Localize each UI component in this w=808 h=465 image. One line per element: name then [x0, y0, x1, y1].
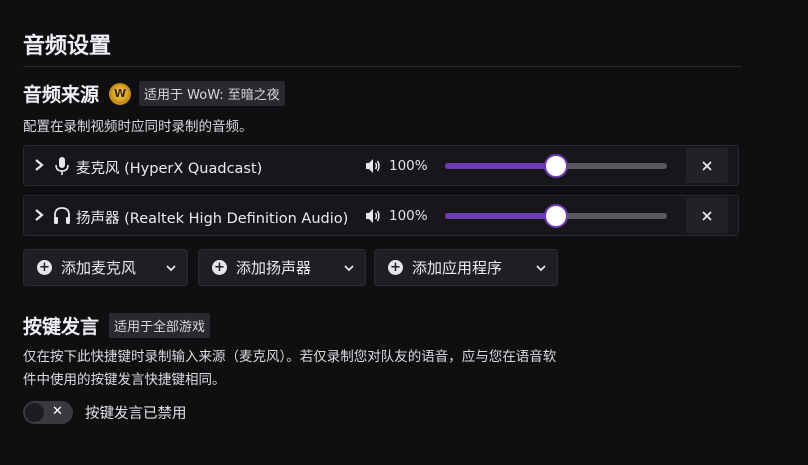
device-name: 麦克风 (HyperX Quadcast) [76, 161, 263, 177]
push-to-talk-toggle[interactable]: ✕ [23, 401, 73, 424]
plus-circle-icon: + [388, 260, 403, 275]
push-to-talk-header: 按键发言 适用于全部游戏 [23, 312, 211, 339]
add-button-label: 添加麦克风 [61, 259, 137, 277]
slider-fill [445, 213, 556, 219]
toggle-knob [25, 403, 44, 422]
slider-thumb[interactable] [544, 204, 568, 228]
audio-source-header: 音频来源 W 适用于 WoW: 至暗之夜 [23, 80, 285, 107]
audio-source-description: 配置在录制视频时应同时录制的音频。 [23, 119, 253, 135]
game-tag: 适用于 WoW: 至暗之夜 [139, 81, 285, 106]
chevron-down-icon [164, 260, 178, 274]
add-button-label: 添加扬声器 [236, 259, 312, 277]
expand-chevron-icon[interactable] [34, 158, 48, 174]
expand-chevron-icon[interactable] [34, 208, 48, 224]
close-icon: ✕ [52, 404, 63, 419]
volume-icon [364, 157, 382, 175]
plus-circle-icon: + [212, 260, 227, 275]
device-name: 扬声器 (Realtek High Definition Audio) [76, 211, 349, 227]
device-row-speaker: 扬声器 (Realtek High Definition Audio) 100% [23, 195, 739, 236]
add-button-label: 添加应用程序 [412, 259, 503, 277]
volume-percent: 100% [389, 158, 428, 174]
volume-slider[interactable] [445, 154, 667, 178]
audio-source-title: 音频来源 [23, 84, 100, 106]
remove-device-button[interactable] [686, 148, 728, 183]
push-to-talk-description-line1: 仅在按下此快捷键时录制输入来源（麦克风）。若仅录制您对队友的语音，应与您在语音软 [23, 349, 557, 365]
chevron-down-icon [534, 260, 548, 274]
wow-logo-icon: W [109, 82, 132, 105]
add-speaker-button[interactable]: + 添加扬声器 [198, 249, 366, 286]
slider-fill [445, 163, 556, 169]
add-application-button[interactable]: + 添加应用程序 [374, 249, 558, 286]
page-title: 音频设置 [23, 34, 112, 59]
close-icon [702, 160, 712, 171]
plus-circle-icon: + [37, 260, 52, 275]
push-to-talk-toggle-label: 按键发言已禁用 [85, 406, 187, 422]
device-row-microphone: 麦克风 (HyperX Quadcast) 100% [23, 145, 739, 186]
volume-percent: 100% [389, 208, 428, 224]
all-games-tag: 适用于全部游戏 [109, 313, 211, 338]
push-to-talk-description-line2: 件中使用的按键发言快捷键相同。 [23, 372, 226, 388]
slider-thumb[interactable] [544, 154, 568, 178]
volume-slider[interactable] [445, 204, 667, 228]
chevron-down-icon [342, 260, 356, 274]
add-microphone-button[interactable]: + 添加麦克风 [23, 249, 188, 286]
push-to-talk-title: 按键发言 [23, 316, 100, 338]
remove-device-button[interactable] [686, 198, 728, 233]
close-icon [702, 210, 712, 221]
title-divider [23, 66, 742, 67]
volume-icon [364, 207, 382, 225]
microphone-icon [53, 156, 71, 176]
headphones-icon [53, 206, 71, 226]
